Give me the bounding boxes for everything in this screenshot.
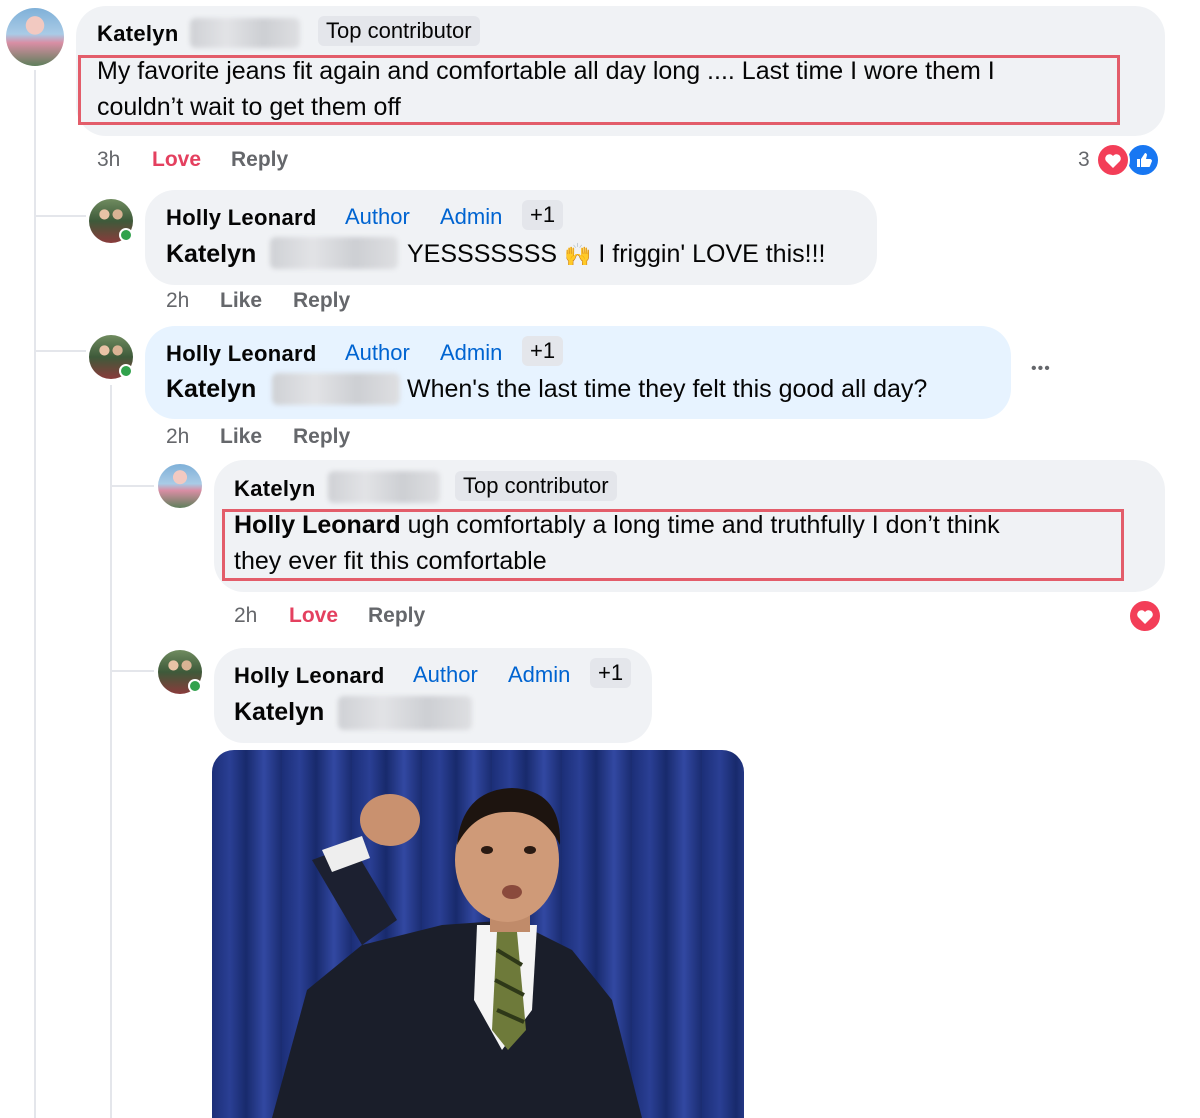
admin-badge[interactable]: Admin: [508, 662, 570, 688]
reply-timestamp[interactable]: 2h: [166, 289, 189, 313]
thread-line-reply2: [110, 385, 112, 1118]
reply-author[interactable]: Holly Leonard: [166, 205, 317, 231]
thread-curve-reply4: [110, 670, 154, 672]
redacted-surname: [270, 237, 398, 269]
reply-timestamp[interactable]: 2h: [234, 604, 257, 628]
raised-hands-emoji: 🙌: [564, 242, 592, 267]
admin-badge[interactable]: Admin: [440, 204, 502, 230]
comment-author[interactable]: Katelyn: [97, 21, 179, 47]
online-status-icon: [119, 364, 133, 378]
author-badge[interactable]: Author: [345, 204, 410, 230]
thread-curve-reply2: [34, 350, 86, 352]
like-button[interactable]: Like: [220, 425, 262, 449]
love-reaction-icon[interactable]: [1096, 143, 1130, 177]
love-reaction-icon[interactable]: [1128, 599, 1162, 633]
more-options-icon[interactable]: •••: [1031, 360, 1051, 378]
mention-katelyn[interactable]: Katelyn: [234, 694, 324, 730]
thread-curve-reply3: [110, 485, 154, 487]
top-contributor-badge[interactable]: Top contributor: [455, 471, 617, 501]
reply-author[interactable]: Katelyn: [234, 476, 316, 502]
mention-katelyn[interactable]: Katelyn: [166, 371, 256, 407]
like-reaction-icon[interactable]: [1126, 143, 1160, 177]
highlight-box-comment: [78, 55, 1120, 125]
author-badge[interactable]: Author: [345, 340, 410, 366]
dancing-man-figure: [272, 788, 642, 1118]
plus-one-badge[interactable]: +1: [590, 658, 632, 688]
reply-button[interactable]: Reply: [293, 425, 350, 449]
avatar-katelyn[interactable]: [6, 8, 64, 66]
reply-button[interactable]: Reply: [231, 148, 288, 172]
redacted-surname: [272, 373, 400, 405]
thread-curve-reply1: [34, 215, 86, 217]
plus-one-badge[interactable]: +1: [522, 336, 564, 366]
reply-button[interactable]: Reply: [368, 604, 425, 628]
avatar-katelyn[interactable]: [158, 464, 202, 508]
reply-author[interactable]: Holly Leonard: [166, 341, 317, 367]
online-status-icon: [188, 679, 202, 693]
author-badge[interactable]: Author: [413, 662, 478, 688]
online-status-icon: [119, 228, 133, 242]
love-button[interactable]: Love: [289, 604, 338, 628]
thread-line-main: [34, 70, 36, 1118]
like-button[interactable]: Like: [220, 289, 262, 313]
comment-timestamp[interactable]: 3h: [97, 148, 120, 172]
admin-badge[interactable]: Admin: [440, 340, 502, 366]
reaction-count[interactable]: 3: [1078, 148, 1090, 172]
top-contributor-badge[interactable]: Top contributor: [318, 16, 480, 46]
reply-button[interactable]: Reply: [293, 289, 350, 313]
reply-text: When's the last time they felt this good…: [407, 375, 928, 403]
redacted-surname: [328, 471, 440, 503]
redacted-surname: [338, 696, 472, 730]
highlight-box-reply: [222, 509, 1124, 581]
reply-timestamp[interactable]: 2h: [166, 425, 189, 449]
gif-image[interactable]: [212, 750, 744, 1118]
mention-katelyn[interactable]: Katelyn: [166, 236, 256, 272]
plus-one-badge[interactable]: +1: [522, 200, 564, 230]
redacted-surname: [190, 18, 300, 48]
reply-text: YESSSSSSS 🙌 I friggin' LOVE this!!!: [407, 240, 826, 268]
love-button[interactable]: Love: [152, 148, 201, 172]
reply-author[interactable]: Holly Leonard: [234, 663, 385, 689]
